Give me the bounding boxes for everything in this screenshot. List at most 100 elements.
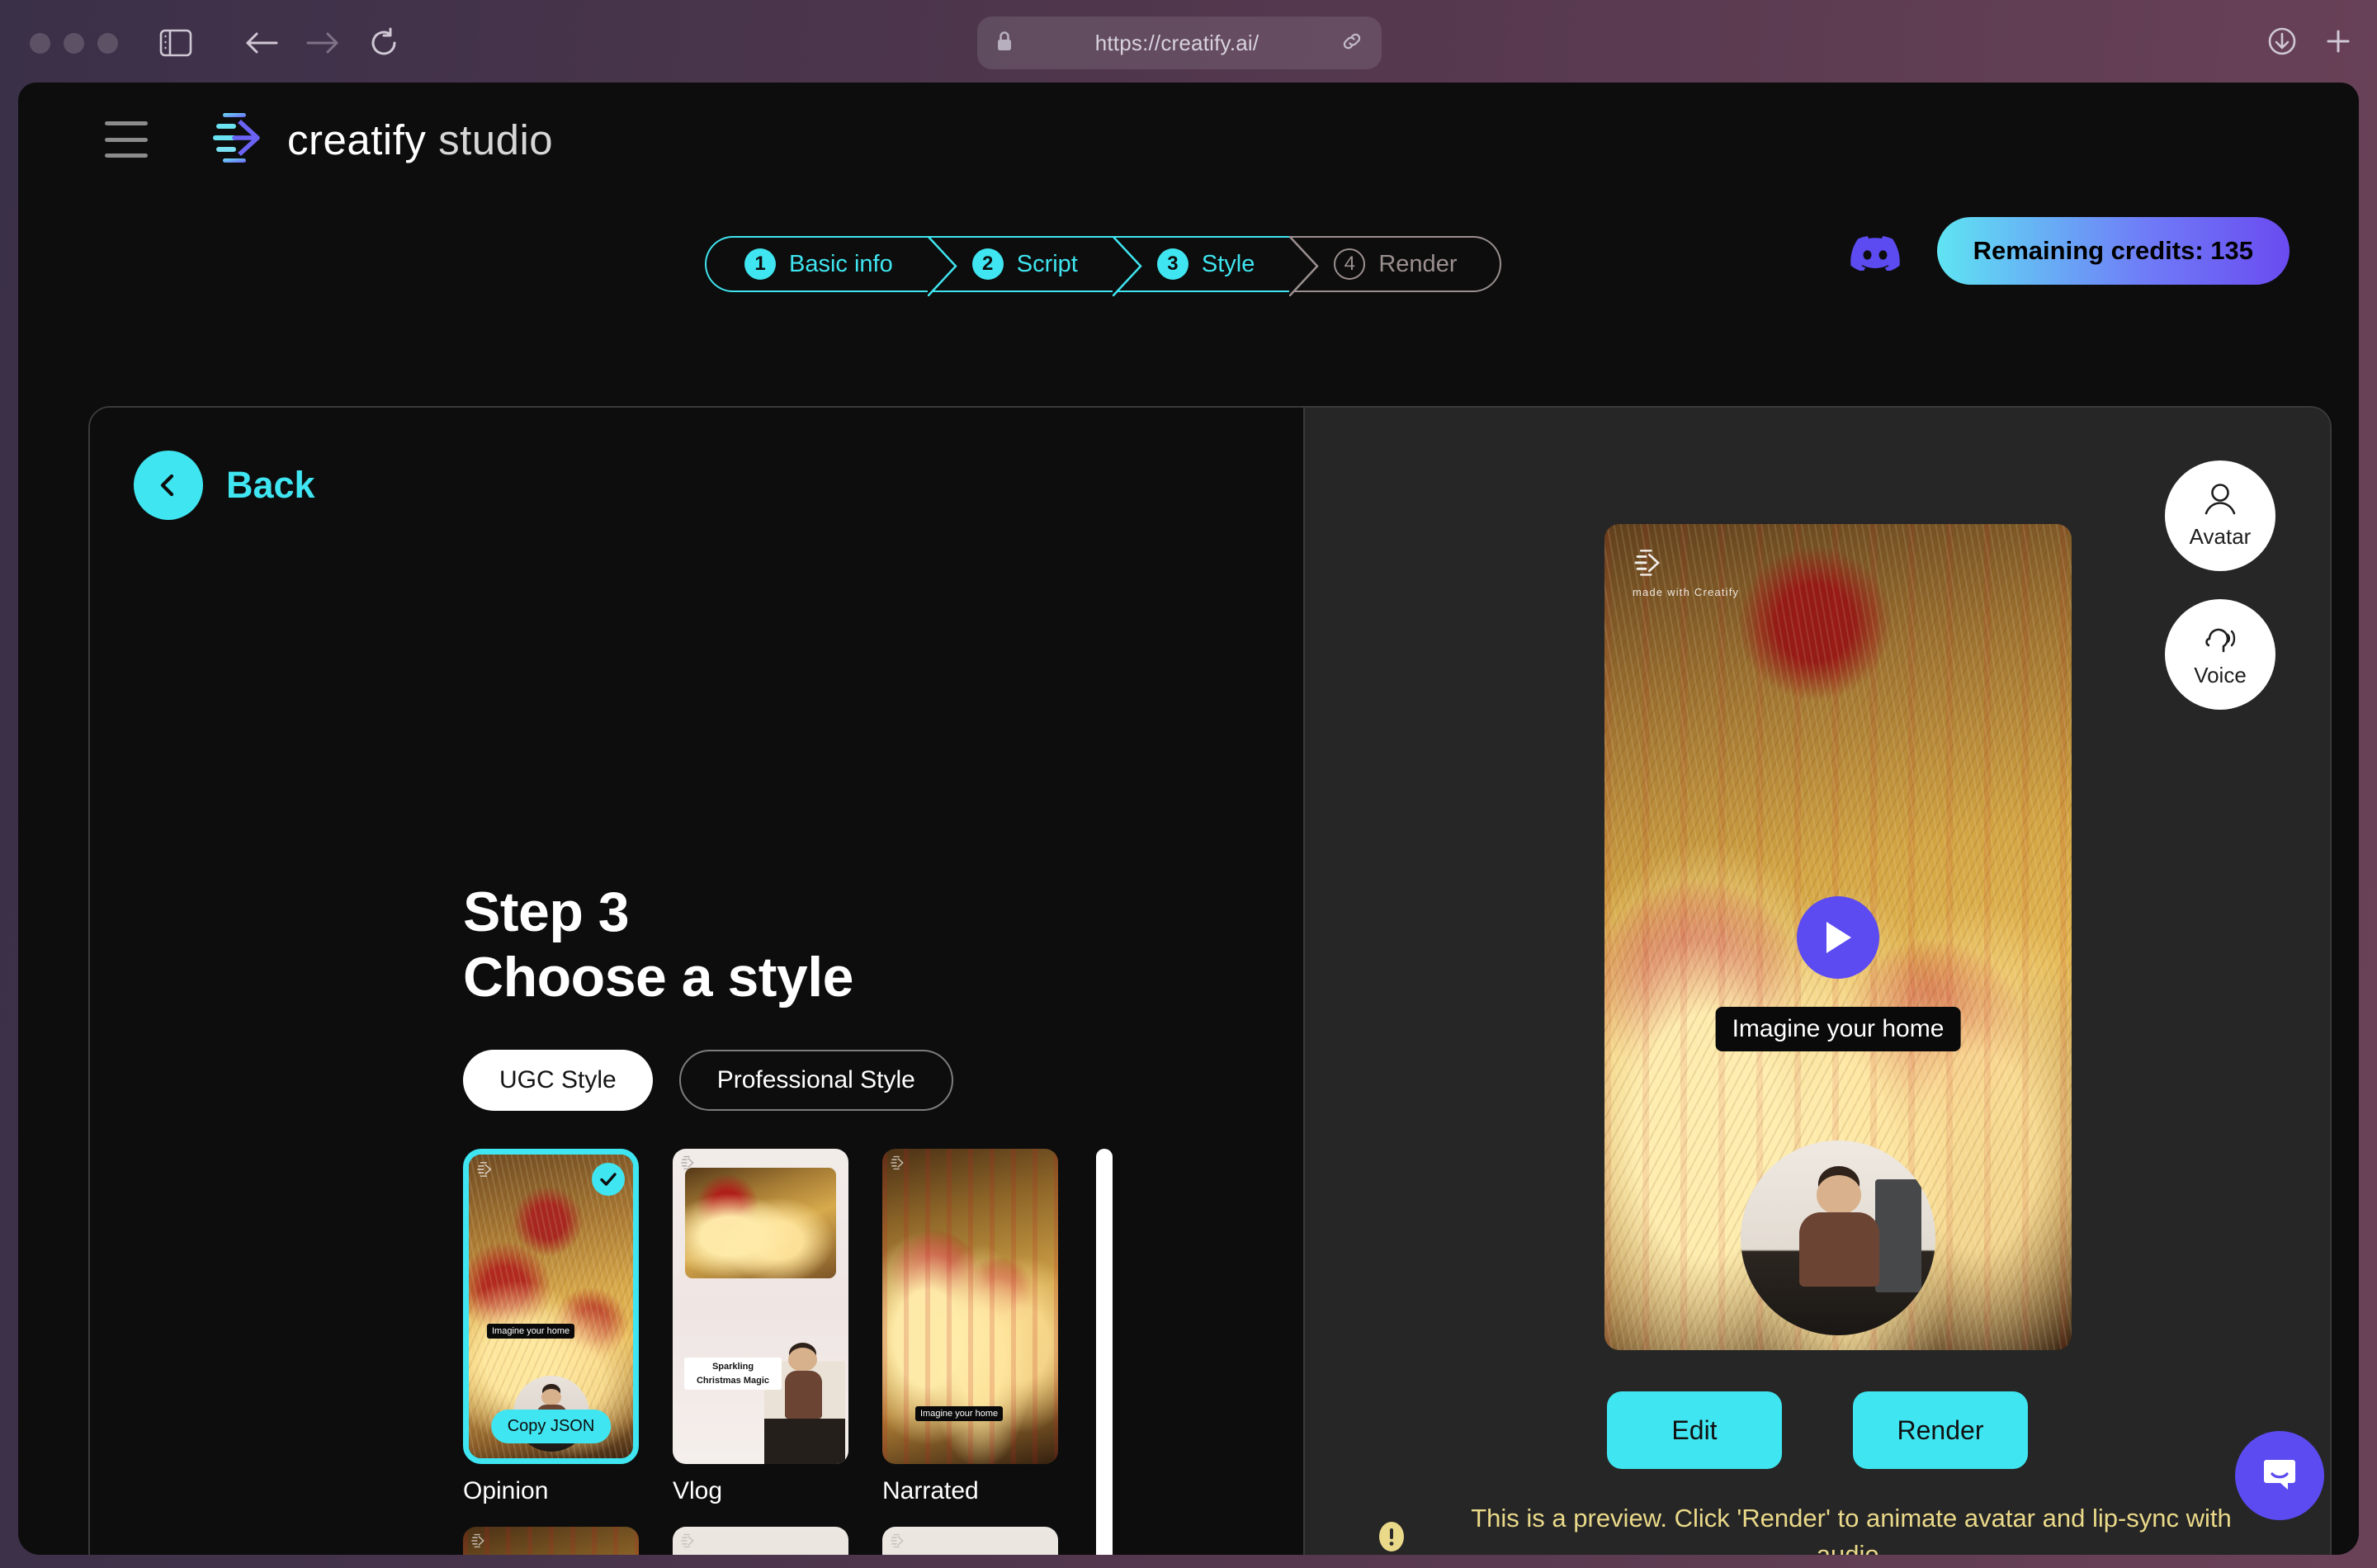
brand-name-secondary: studio: [438, 116, 554, 163]
remaining-credits-badge[interactable]: Remaining credits: 135: [1936, 217, 2290, 285]
creatify-logo-icon: [210, 108, 271, 172]
link-icon[interactable]: [1340, 30, 1363, 57]
style-card-6[interactable]: Sparkling Christmas Magic: [882, 1527, 1058, 1555]
style-card-vlog[interactable]: Sparkling Christmas Magic Vlog: [673, 1149, 848, 1505]
style-card-5[interactable]: Imagine your home: [673, 1527, 848, 1555]
style-card-label: Vlog: [673, 1477, 723, 1504]
voice-label: Voice: [2194, 663, 2247, 687]
step-chevron-icon: [927, 235, 957, 296]
step-chevron-icon: [1289, 235, 1320, 296]
style-cards-grid: Imagine your home Copy JSON Opinion Spar…: [463, 1149, 1123, 1555]
window-traffic-lights: [30, 32, 118, 54]
voice-icon: [2200, 621, 2241, 659]
style-card-4[interactable]: Imagine your home: [463, 1527, 639, 1555]
main-content-card: Back Step 3 Choose a style UGC Style Pro…: [88, 406, 2332, 1555]
check-icon: [592, 1163, 625, 1196]
style-category-toggle: UGC Style Professional Style: [463, 1050, 953, 1111]
made-with-creatify-watermark: made with Creatify: [1633, 547, 1739, 598]
creatify-watermark-icon: [890, 1533, 906, 1553]
thumbnail-artwork: [673, 1527, 848, 1555]
style-selection-pane: Back Step 3 Choose a style UGC Style Pro…: [90, 408, 1303, 1555]
copy-json-button[interactable]: Copy JSON: [490, 1410, 612, 1443]
step-basic-info[interactable]: 1 Basic info: [705, 235, 957, 296]
step-label: Basic info: [789, 250, 893, 277]
thumbnail-artwork: [882, 1527, 1058, 1555]
render-button[interactable]: Render: [1853, 1391, 2028, 1469]
brand-title: creatify studio: [287, 116, 553, 164]
step-render[interactable]: 4 Render: [1291, 236, 1502, 292]
browser-reload-icon[interactable]: [361, 20, 407, 66]
chevron-left-icon: [134, 451, 203, 520]
sidebar-toggle-icon[interactable]: [153, 20, 199, 66]
creatify-watermark-icon: [680, 1155, 697, 1175]
style-card-label: Opinion: [463, 1477, 549, 1504]
video-preview-player[interactable]: made with Creatify Imagine your home: [1604, 524, 2072, 1350]
style-thumbnail[interactable]: Sparkling Christmas Magic: [673, 1149, 848, 1464]
preview-action-buttons: Edit Render: [1305, 1391, 2330, 1469]
step-number: 3: [1156, 248, 1188, 280]
chat-widget-button[interactable]: [2235, 1431, 2324, 1520]
browser-toolbar: https://creatify.ai/: [0, 0, 2377, 86]
discord-icon[interactable]: [1850, 231, 1901, 272]
lock-icon: [995, 31, 1014, 56]
page-title: Step 3 Choose a style: [463, 880, 853, 1010]
browser-back-icon[interactable]: [239, 20, 285, 66]
app-header: creatify studio 1 Basic info 2 Script 3 …: [18, 83, 2359, 296]
step-label: Script: [1016, 250, 1078, 277]
creatify-watermark-icon: [476, 1160, 494, 1183]
step-label: Style: [1201, 250, 1255, 277]
preview-side-actions: Avatar Voice: [2165, 460, 2275, 710]
voice-button[interactable]: Voice: [2165, 599, 2275, 710]
style-card-opinion[interactable]: Imagine your home Copy JSON Opinion: [463, 1149, 639, 1505]
new-tab-plus-icon[interactable]: [2321, 24, 2356, 63]
style-thumbnail[interactable]: Imagine your home: [463, 1527, 639, 1555]
scrollbar-thumb[interactable]: [1096, 1149, 1113, 1555]
style-card-label: Narrated: [882, 1477, 979, 1504]
creatify-watermark-icon: [680, 1533, 697, 1553]
style-cards-scroll-area[interactable]: Imagine your home Copy JSON Opinion Spar…: [463, 1149, 1123, 1555]
brand-logo[interactable]: creatify studio: [210, 108, 553, 172]
tab-ugc-style[interactable]: UGC Style: [463, 1050, 653, 1111]
chat-bubble-icon: [2258, 1452, 2301, 1500]
watermark-label: made with Creatify: [1633, 586, 1740, 598]
hamburger-menu-icon[interactable]: [105, 121, 148, 158]
minimize-window-button[interactable]: [64, 32, 84, 54]
preview-note: This is a preview. Click 'Render' to ani…: [1374, 1500, 2267, 1555]
step-chevron-icon: [1112, 235, 1142, 296]
step-title-heading: Choose a style: [463, 945, 853, 1008]
edit-button[interactable]: Edit: [1607, 1391, 1782, 1469]
step-label: Render: [1378, 250, 1458, 277]
preview-note-text: This is a preview. Click 'Render' to ani…: [1471, 1504, 2232, 1555]
step-navigation: 1 Basic info 2 Script 3 Style 4 Render: [705, 235, 1502, 296]
address-bar[interactable]: https://creatify.ai/: [977, 17, 1382, 69]
close-window-button[interactable]: [30, 32, 50, 54]
url-text: https://creatify.ai/: [1094, 30, 1259, 55]
browser-window: https://creatify.ai/ creatify studio 1 B…: [0, 0, 2377, 1568]
style-list-scrollbar[interactable]: [1096, 1149, 1113, 1555]
thumbnail-caption: Sparkling Christmas Magic: [684, 1358, 782, 1390]
tab-professional-style[interactable]: Professional Style: [678, 1050, 953, 1111]
step-number-heading: Step 3: [463, 881, 630, 943]
back-label: Back: [226, 464, 315, 506]
preview-pane: made with Creatify Imagine your home Ava…: [1303, 408, 2330, 1555]
person-icon: [2200, 482, 2240, 521]
style-thumbnail[interactable]: Sparkling Christmas Magic: [882, 1527, 1058, 1555]
play-icon[interactable]: [1797, 895, 1879, 979]
download-icon[interactable]: [2265, 24, 2299, 63]
step-number: 2: [971, 248, 1004, 280]
brand-name-primary: creatify: [287, 116, 427, 163]
page-viewport: creatify studio 1 Basic info 2 Script 3 …: [18, 83, 2359, 1555]
browser-toolbar-right: [2265, 17, 2356, 69]
style-thumbnail[interactable]: Imagine your home: [882, 1149, 1058, 1464]
step-number: 1: [744, 248, 776, 280]
style-card-narrated[interactable]: Imagine your home Narrated: [882, 1149, 1058, 1505]
thumbnail-caption: Imagine your home: [915, 1406, 1004, 1421]
maximize-window-button[interactable]: [97, 32, 118, 54]
avatar-overlay: [1741, 1141, 1935, 1335]
avatar-button[interactable]: Avatar: [2165, 460, 2275, 571]
back-button[interactable]: Back: [134, 451, 315, 520]
browser-forward-icon[interactable]: [300, 20, 346, 66]
style-thumbnail[interactable]: Imagine your home: [673, 1527, 848, 1555]
style-thumbnail[interactable]: Imagine your home Copy JSON: [463, 1149, 639, 1464]
preview-caption-text: Imagine your home: [1715, 1007, 1961, 1051]
